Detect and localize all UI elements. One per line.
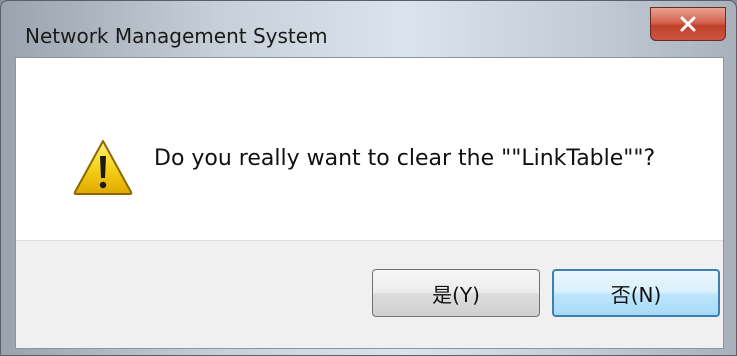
message-area: Do you really want to clear the ""LinkTa… (16, 58, 723, 240)
message-text: Do you really want to clear the ""LinkTa… (154, 146, 656, 171)
close-icon (680, 16, 696, 32)
warning-icon (73, 140, 133, 195)
yes-button[interactable]: 是(Y) (372, 269, 540, 317)
window-title: Network Management System (25, 24, 328, 48)
close-button[interactable] (650, 7, 726, 41)
dialog-window: Network Management System Do you really … (0, 0, 737, 356)
no-button[interactable]: 否(N) (552, 269, 720, 317)
button-bar: 是(Y) 否(N) (16, 240, 723, 348)
dialog-content: Do you really want to clear the ""LinkTa… (15, 57, 724, 349)
title-bar[interactable]: Network Management System (1, 1, 736, 49)
